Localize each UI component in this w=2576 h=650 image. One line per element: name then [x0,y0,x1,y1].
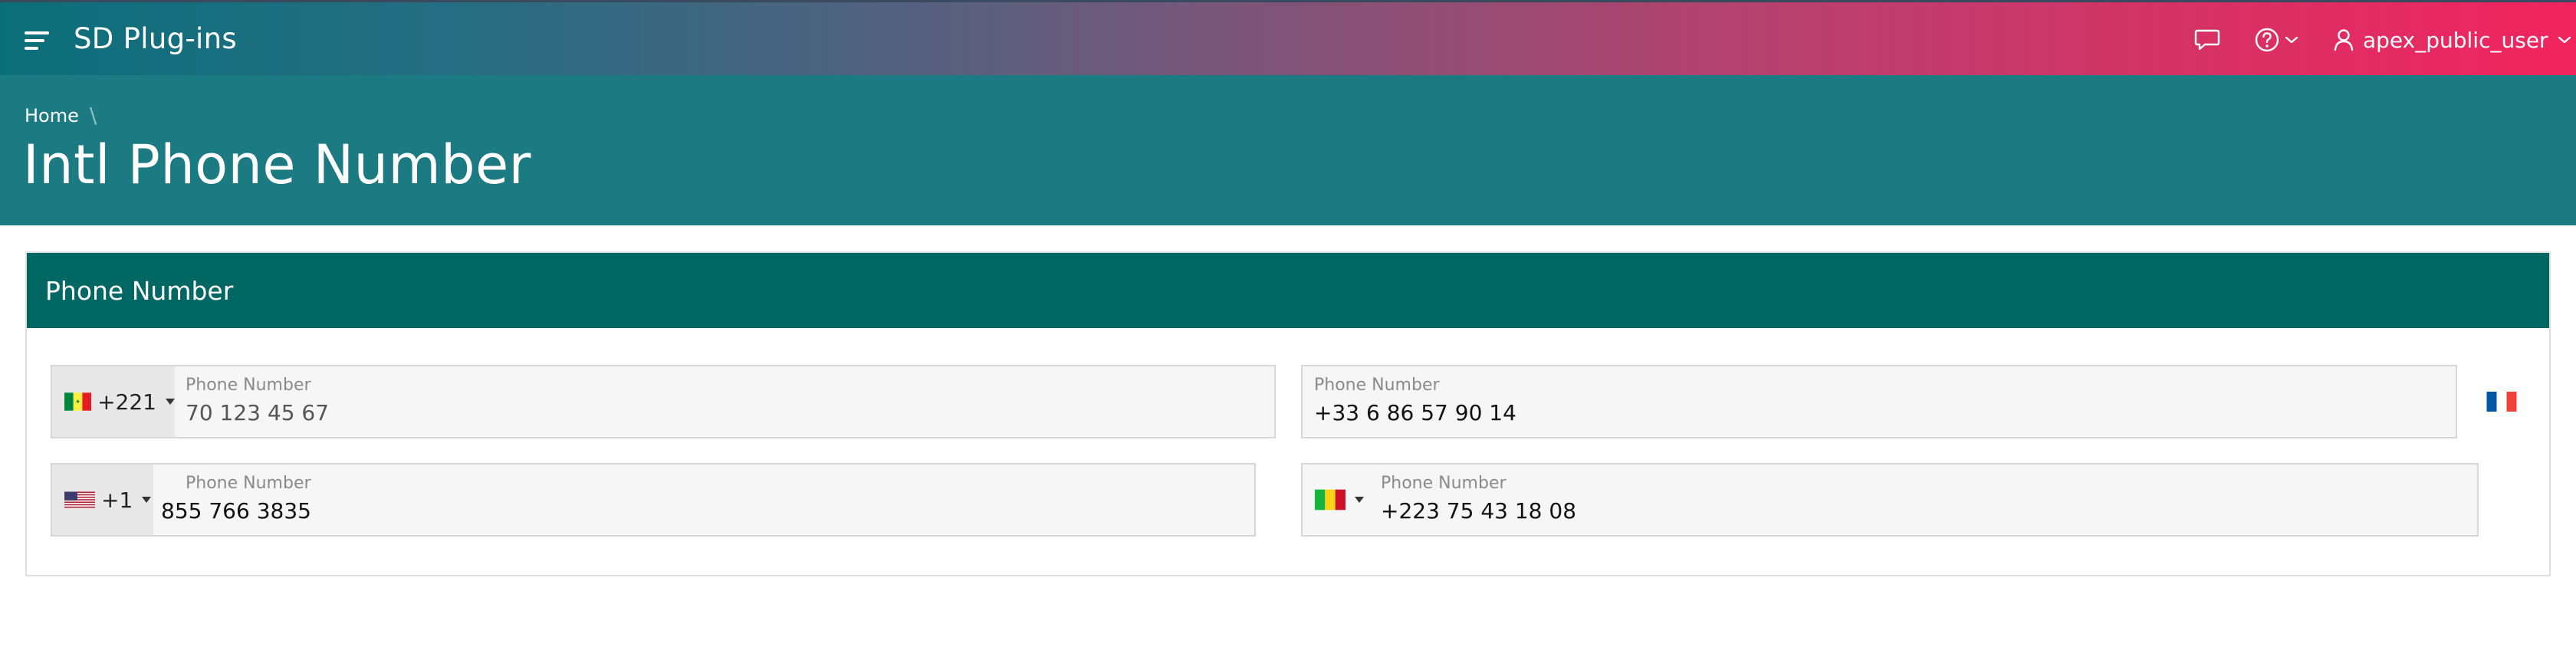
breadcrumb-home-link[interactable]: Home [25,105,79,126]
region-title: Phone Number [45,276,234,306]
user-name: apex_public_user [2363,27,2548,53]
region-header: Phone Number [27,253,2549,328]
caret-down-icon [142,497,152,503]
phone-input[interactable]: 855 766 3835 [161,498,311,524]
us-flag-icon [64,491,95,508]
phone-input[interactable]: +33 6 86 57 90 14 [1314,400,1516,425]
field-label: Phone Number [186,474,311,493]
dial-code: +1 [101,487,133,513]
page-title: Intl Phone Number [23,133,531,196]
senegal-flag-icon [64,392,92,411]
help-menu-button[interactable] [2254,2,2298,77]
france-flag-icon[interactable] [2486,392,2517,412]
country-code-selector[interactable]: +221 [52,366,175,437]
user-icon [2334,29,2354,51]
phone-input[interactable]: 70 123 45 67 [186,400,329,425]
caret-down-icon [1355,497,1364,503]
field-label: Phone Number [186,376,311,395]
country-code-selector[interactable] [1303,465,1368,535]
phone-field-mali: Phone Number +223 75 43 18 08 [1301,463,2479,537]
field-label: Phone Number [1314,376,1440,395]
field-label: Phone Number [1381,474,1506,493]
chevron-down-icon [2285,36,2298,44]
app-title[interactable]: SD Plug-ins [74,22,237,55]
chat-bubble-icon [2194,29,2220,51]
phone-number-region: Phone Number +221 Phone Number 70 123 45… [25,251,2551,576]
user-menu-button[interactable]: apex_public_user [2334,2,2571,77]
phone-field-france: Phone Number +33 6 86 57 90 14 [1301,365,2457,438]
breadcrumb-separator: \ [89,103,97,128]
hamburger-menu-icon[interactable] [25,30,49,51]
phone-input[interactable]: +223 75 43 18 08 [1381,498,1576,524]
help-circle-icon [2255,28,2279,52]
dial-code: +221 [97,389,156,415]
country-code-selector[interactable]: +1 [52,465,153,535]
phone-field-us: +1 Phone Number 855 766 3835 [51,463,1256,537]
chevron-down-icon [2558,36,2571,44]
mali-flag-icon [1315,489,1346,510]
top-navigation-bar: SD Plug-ins apex_public_user [0,0,2576,75]
caret-down-icon [166,399,175,405]
breadcrumb: Home \ [25,103,97,128]
phone-field-senegal: +221 Phone Number 70 123 45 67 [51,365,1276,438]
feedback-button[interactable] [2194,2,2225,77]
page-hero: Home \ Intl Phone Number [0,75,2576,225]
